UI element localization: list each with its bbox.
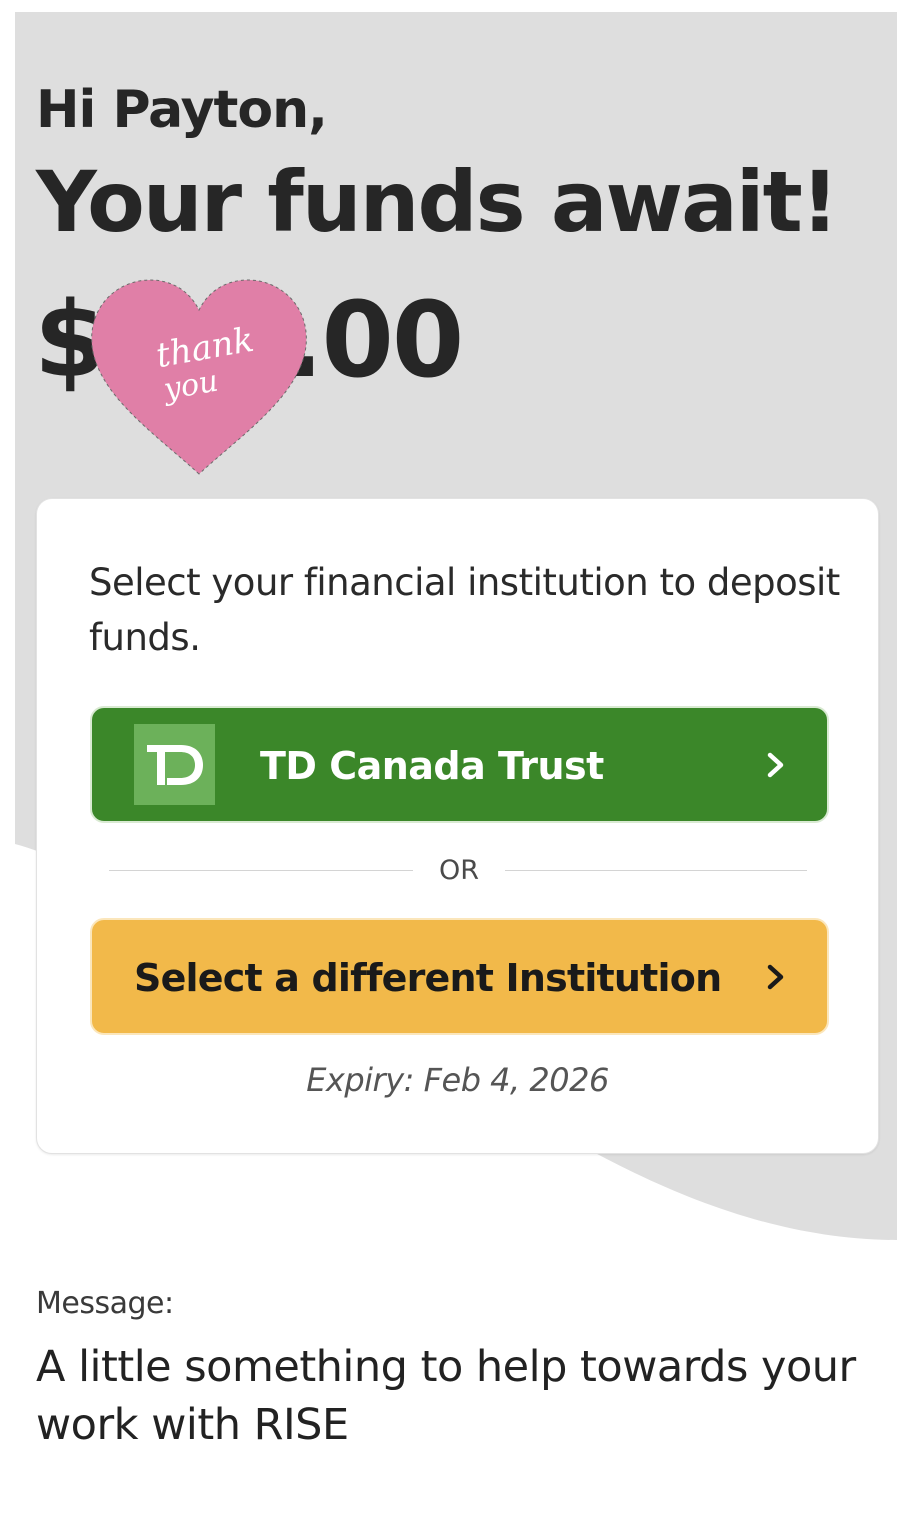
expiry-date: Expiry: Feb 4, 2026 xyxy=(306,1061,609,1099)
deposit-card: Select your financial institution to dep… xyxy=(36,498,879,1154)
divider-line xyxy=(505,870,807,871)
thank-you-heart-sticker: thank you xyxy=(88,276,310,476)
different-institution-label: Select a different Institution xyxy=(134,956,722,1000)
td-button-label: TD Canada Trust xyxy=(260,744,604,788)
message-body: A little something to help towards your … xyxy=(36,1342,856,1450)
td-canada-trust-button[interactable]: TD Canada Trust xyxy=(90,706,829,823)
or-label: OR xyxy=(438,855,479,886)
instruction-text: Select your financial institution to dep… xyxy=(89,561,840,659)
message-label: Message: xyxy=(36,1286,174,1321)
page-title: Your funds await! xyxy=(36,153,839,251)
chevron-right-icon xyxy=(765,962,787,992)
divider-line xyxy=(109,870,413,871)
td-logo-icon xyxy=(134,724,215,805)
greeting: Hi Payton, xyxy=(36,80,328,140)
select-different-institution-button[interactable]: Select a different Institution xyxy=(90,918,829,1035)
chevron-right-icon xyxy=(765,750,787,780)
or-divider: OR xyxy=(109,851,807,891)
